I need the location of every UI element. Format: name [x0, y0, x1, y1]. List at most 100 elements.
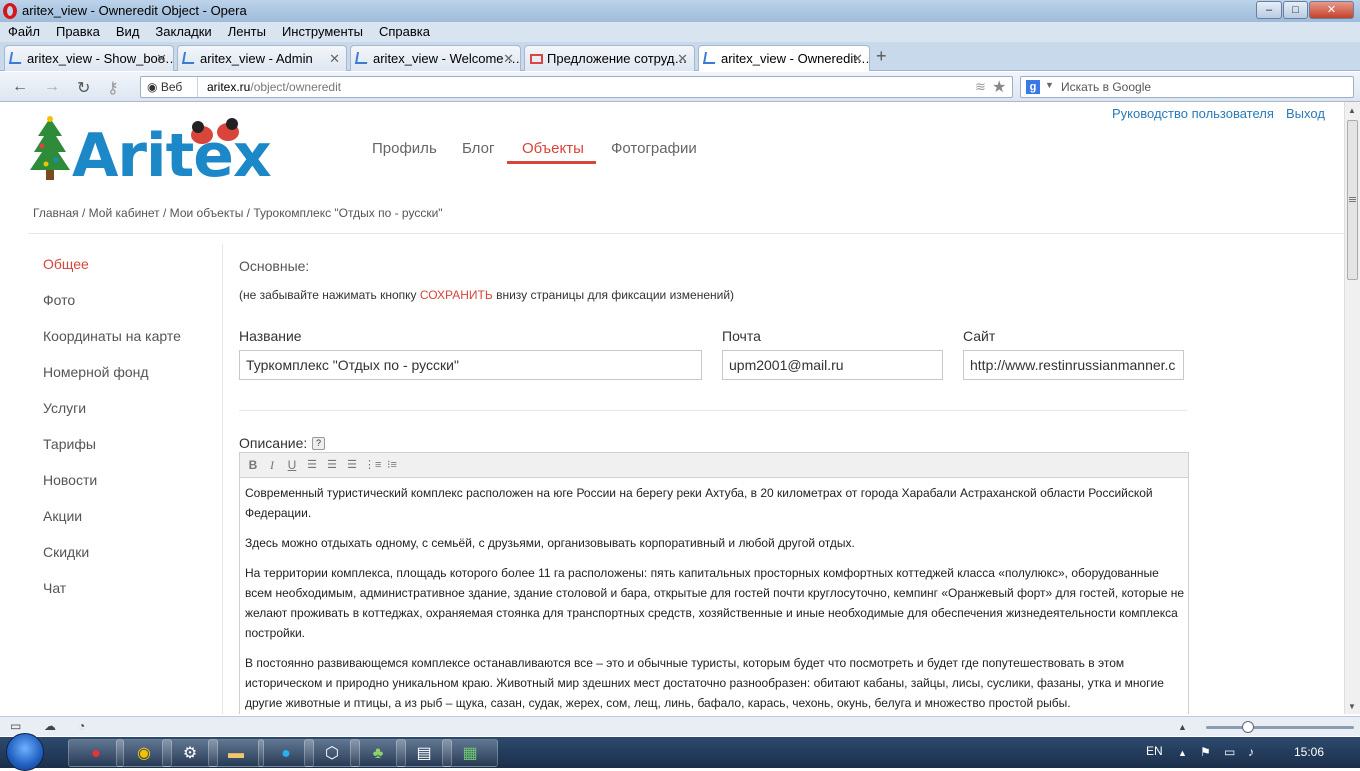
security-label: Веб — [160, 80, 183, 94]
sidebar-item-discounts[interactable]: Скидки — [43, 544, 89, 560]
sidebar-item-rooms[interactable]: Номерной фонд — [43, 364, 149, 380]
email-label: Почта — [722, 328, 761, 344]
editor-content[interactable]: Современный туристический комплекс распо… — [245, 483, 1185, 714]
site-field[interactable]: http://www.restinrussianmanner.c — [963, 350, 1184, 380]
tab-owneredit[interactable]: aritex_view - Owneredit… ✕ — [698, 45, 870, 71]
tab-close-icon[interactable]: ✕ — [156, 51, 167, 67]
note-save-word: СОХРАНИТЬ — [419, 288, 493, 302]
back-arrow-icon[interactable]: ← — [12, 78, 28, 96]
nav-blog[interactable]: Блог — [462, 140, 494, 157]
zoom-slider[interactable] — [1206, 726, 1354, 729]
page-scrollbar[interactable]: ▲ ▼ — [1344, 102, 1360, 714]
nav-profile[interactable]: Профиль — [372, 140, 437, 157]
breadcrumb[interactable]: Главная / Мой кабинет / Мои объекты / Ту… — [33, 206, 443, 220]
explorer-taskbar-icon[interactable]: ▬ — [208, 739, 264, 767]
speed-icon[interactable]: ◔ — [78, 719, 85, 733]
reload-icon[interactable]: ↻ — [77, 78, 90, 98]
gmail-favicon-icon — [530, 54, 543, 64]
tab-admin[interactable]: aritex_view - Admin ✕ — [177, 45, 347, 71]
scroll-up-icon[interactable]: ▲ — [1348, 106, 1356, 115]
email-field[interactable]: upm2001@mail.ru — [722, 350, 943, 380]
menu-help[interactable]: Справка — [371, 22, 438, 42]
ordered-list-icon[interactable]: ⋮≡ — [364, 457, 381, 473]
windows-taskbar: ● ◉ ⚙ ▬ ● ⬡ ♣ ▤ ▦ EN ▲ ⚑ ▭ ♪ 15:06 — [0, 733, 1360, 771]
tab-close-icon[interactable]: ✕ — [503, 51, 514, 67]
address-field[interactable]: ◉ Веб aritex.ru/object/owneredit ≋ ★ — [140, 76, 1013, 98]
sidebar-item-photo[interactable]: Фото — [43, 292, 75, 308]
tab-close-icon[interactable]: ✕ — [852, 51, 863, 67]
nav-objects[interactable]: Объекты — [522, 140, 584, 157]
tab-gmail[interactable]: Предложение сотруд… ✕ — [524, 45, 695, 71]
user-guide-link[interactable]: Руководство пользователя — [1112, 106, 1274, 121]
minimize-button[interactable]: – — [1256, 1, 1282, 19]
maximize-button[interactable]: □ — [1283, 1, 1308, 19]
tray-expand-icon[interactable]: ▲ — [1178, 748, 1187, 758]
tab-close-icon[interactable]: ✕ — [677, 51, 688, 67]
description-label: Описание: — [239, 435, 308, 451]
url-text[interactable]: aritex.ru/object/owneredit — [207, 80, 341, 94]
action-center-flag-icon[interactable]: ⚑ — [1200, 745, 1211, 759]
tab-bar: aritex_view - Show_boo… ✕ aritex_view - … — [0, 42, 1360, 71]
start-button[interactable] — [6, 733, 44, 771]
underline-button[interactable]: U — [284, 457, 300, 473]
zoom-up-icon[interactable]: ▲ — [1178, 722, 1187, 732]
align-justify-icon[interactable]: ☰ — [344, 457, 360, 473]
scroll-down-icon[interactable]: ▼ — [1348, 702, 1356, 711]
bold-button[interactable]: B — [245, 457, 261, 473]
sidebar-item-news[interactable]: Новости — [43, 472, 97, 488]
description-editor[interactable]: B I U ☰ ☰ ☰ ⋮≡ ⁝≡ Современный туристичес… — [239, 452, 1189, 714]
menu-file[interactable]: Файл — [0, 22, 48, 42]
menu-bookmarks[interactable]: Закладки — [147, 22, 219, 42]
panel-toggle-icon[interactable]: ▭ — [10, 719, 21, 733]
tab-close-icon[interactable]: ✕ — [329, 51, 340, 67]
new-tab-plus-icon[interactable]: + — [876, 46, 887, 67]
network-icon[interactable]: ▭ — [1224, 745, 1235, 759]
zoom-slider-knob[interactable] — [1242, 721, 1254, 733]
windows-app-taskbar-icon[interactable]: ▦ — [442, 739, 498, 767]
web-page: Aritex Профиль Блог Объекты Фотографии Р… — [0, 102, 1344, 714]
volume-icon[interactable]: ♪ — [1248, 745, 1254, 759]
tab-show-booking[interactable]: aritex_view - Show_boo… ✕ — [4, 45, 174, 71]
globe-icon: ◉ — [147, 80, 161, 94]
sidebar-item-chat[interactable]: Чат — [43, 580, 66, 596]
scrollbar-thumb[interactable] — [1347, 120, 1358, 280]
sidebar-item-map-coordinates[interactable]: Координаты на карте — [43, 328, 181, 344]
name-field[interactable]: Туркомплекс "Отдых по - русски" — [239, 350, 702, 380]
menu-view[interactable]: Вид — [108, 22, 148, 42]
help-icon[interactable]: ? — [312, 437, 325, 450]
opera-unite-icon[interactable]: ☁ — [44, 719, 56, 733]
aritex-logo[interactable]: Aritex — [28, 116, 272, 188]
key-icon[interactable]: ⚷ — [107, 78, 119, 98]
menu-edit[interactable]: Правка — [48, 22, 108, 42]
sidebar-item-promotions[interactable]: Акции — [43, 508, 82, 524]
unordered-list-icon[interactable]: ⁝≡ — [384, 457, 400, 473]
language-indicator[interactable]: EN — [1146, 744, 1163, 758]
sidebar-item-services[interactable]: Услуги — [43, 400, 86, 416]
tab-welcome[interactable]: aritex_view - Welcome … ✕ — [350, 45, 521, 71]
search-field[interactable]: g ▼ Искать в Google — [1020, 76, 1354, 98]
close-button[interactable]: ✕ — [1309, 1, 1354, 19]
logout-link[interactable]: Выход — [1286, 106, 1325, 121]
align-center-icon[interactable]: ☰ — [324, 457, 340, 473]
menu-feeds[interactable]: Ленты — [220, 22, 274, 42]
bookmark-star-icon[interactable]: ★ — [992, 77, 1006, 97]
bullfinch-birds-icon — [191, 118, 239, 144]
url-host: aritex.ru — [207, 80, 251, 94]
sidebar-divider — [222, 244, 223, 714]
security-badge[interactable]: ◉ Веб — [147, 80, 182, 94]
clock[interactable]: 15:06 — [1294, 745, 1324, 759]
italic-button[interactable]: I — [264, 457, 280, 473]
rss-feed-icon[interactable]: ≋ — [975, 79, 986, 95]
align-left-icon[interactable]: ☰ — [304, 457, 320, 473]
active-nav-indicator — [507, 161, 596, 164]
google-engine-icon[interactable]: g — [1026, 80, 1040, 94]
tab-label: aritex_view - Admin — [200, 51, 313, 66]
window-title-bar: aritex_view - Owneredit Object - Opera –… — [0, 0, 1360, 22]
menu-tools[interactable]: Инструменты — [274, 22, 371, 42]
sidebar-item-general[interactable]: Общее — [43, 256, 89, 272]
chevron-down-icon[interactable]: ▼ — [1045, 80, 1054, 90]
opera-logo-icon — [3, 3, 17, 19]
nav-photos[interactable]: Фотографии — [611, 140, 697, 157]
sidebar-item-tariffs[interactable]: Тарифы — [43, 436, 96, 452]
forward-arrow-icon[interactable]: → — [44, 78, 60, 96]
